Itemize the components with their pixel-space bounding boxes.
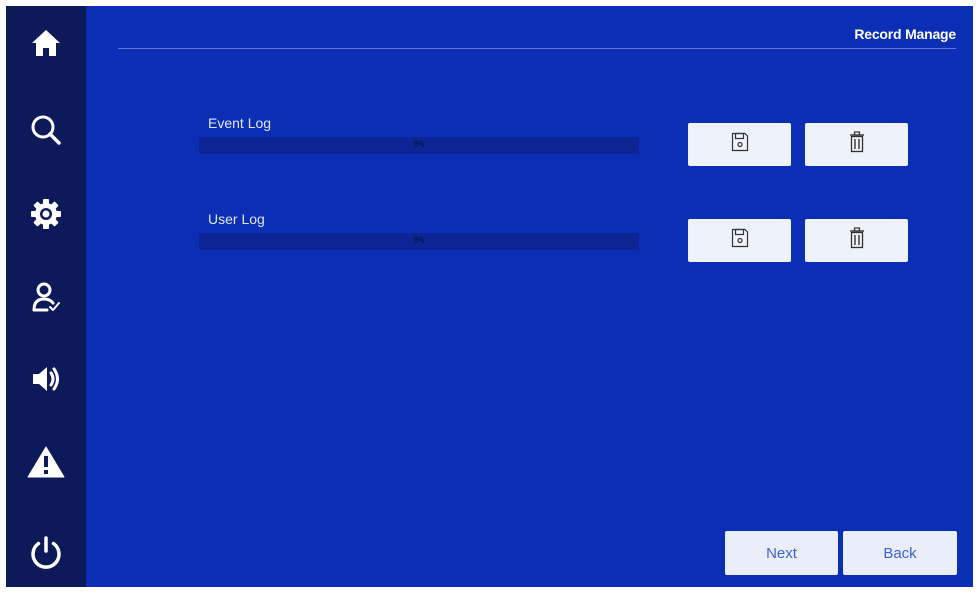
sidebar-item-power[interactable] — [6, 523, 86, 583]
gear-icon — [29, 197, 63, 231]
sidebar-item-search[interactable] — [6, 100, 86, 160]
sidebar — [6, 6, 86, 587]
sidebar-item-settings[interactable] — [6, 184, 86, 244]
save-icon — [731, 228, 749, 253]
event-log-save-button[interactable] — [688, 123, 791, 166]
trash-icon — [849, 131, 865, 158]
sidebar-item-home[interactable] — [6, 13, 86, 73]
trash-icon — [849, 227, 865, 254]
warning-icon — [27, 445, 65, 479]
user-log-progress-bar: 0% — [199, 233, 639, 250]
speaker-icon — [29, 362, 63, 396]
save-icon — [731, 132, 749, 157]
back-button[interactable]: Back — [843, 531, 957, 575]
event-log-progress-text: 0% — [413, 140, 425, 150]
user-log-progress-text: 0% — [413, 236, 425, 246]
next-button[interactable]: Next — [725, 531, 838, 575]
user-log-save-button[interactable] — [688, 219, 791, 262]
sidebar-item-sound[interactable] — [6, 349, 86, 409]
search-icon — [29, 113, 63, 147]
title-divider — [118, 48, 956, 49]
user-log-label: User Log — [208, 211, 265, 227]
power-icon — [28, 535, 64, 571]
event-log-progress-bar: 0% — [199, 137, 639, 154]
app-window: Record Manage Event Log 0% User Log 0% N… — [6, 6, 973, 587]
sidebar-item-alarm[interactable] — [6, 432, 86, 492]
event-log-delete-button[interactable] — [805, 123, 908, 166]
user-log-delete-button[interactable] — [805, 219, 908, 262]
event-log-label: Event Log — [208, 115, 272, 131]
user-check-icon — [29, 280, 63, 314]
page-title: Record Manage — [854, 26, 956, 42]
sidebar-item-users[interactable] — [6, 267, 86, 327]
home-icon — [29, 26, 63, 60]
